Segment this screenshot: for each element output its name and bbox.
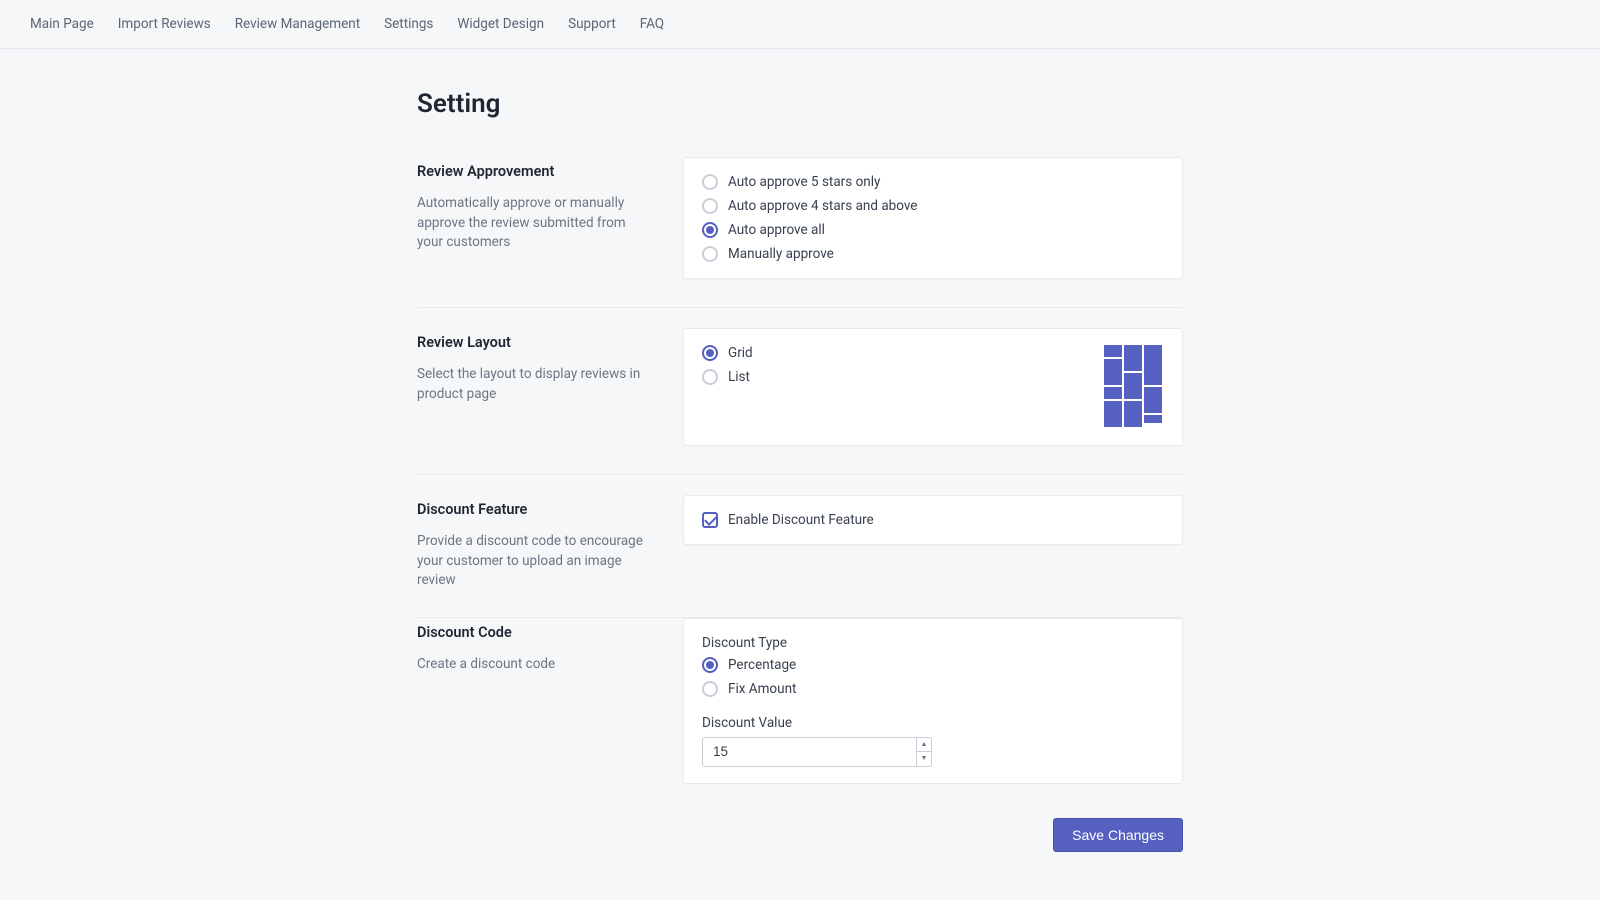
nav-settings[interactable]: Settings — [384, 16, 433, 32]
radio-icon — [702, 174, 718, 190]
checkbox-label: Enable Discount Feature — [728, 512, 874, 528]
layout-desc: Select the layout to display reviews in … — [417, 365, 653, 404]
option-label: Manually approve — [728, 246, 834, 262]
enable-discount-checkbox[interactable]: Enable Discount Feature — [702, 512, 1164, 528]
discount-code-desc: Create a discount code — [417, 655, 653, 675]
checkbox-icon — [702, 512, 718, 528]
discount-value-input[interactable] — [702, 737, 916, 767]
option-label: Auto approve 4 stars and above — [728, 198, 917, 214]
top-nav: Main Page Import Reviews Review Manageme… — [0, 0, 1600, 49]
discount-feature-title: Discount Feature — [417, 501, 653, 518]
radio-icon — [702, 246, 718, 262]
discount-code-title: Discount Code — [417, 624, 653, 641]
approvement-option-all[interactable]: Auto approve all — [702, 222, 1164, 238]
nav-support[interactable]: Support — [568, 16, 616, 32]
grid-layout-preview-icon — [1104, 345, 1162, 429]
option-label: Auto approve all — [728, 222, 825, 238]
radio-icon — [702, 369, 718, 385]
save-button[interactable]: Save Changes — [1053, 818, 1183, 852]
radio-icon — [702, 198, 718, 214]
discount-value-label: Discount Value — [702, 715, 1164, 731]
layout-option-list[interactable]: List — [702, 369, 753, 385]
section-review-approvement: Review Approvement Automatically approve… — [417, 157, 1183, 295]
nav-widget-design[interactable]: Widget Design — [457, 16, 544, 32]
section-review-layout: Review Layout Select the layout to displ… — [417, 328, 1183, 462]
section-discount-code: Discount Code Create a discount code Dis… — [417, 617, 1183, 800]
page-title: Setting — [417, 89, 1183, 119]
radio-icon — [702, 222, 718, 238]
radio-icon — [702, 345, 718, 361]
approvement-option-5stars[interactable]: Auto approve 5 stars only — [702, 174, 1164, 190]
option-label: Grid — [728, 345, 753, 361]
discount-type-fixed[interactable]: Fix Amount — [702, 681, 1164, 697]
option-label: Auto approve 5 stars only — [728, 174, 880, 190]
nav-import-reviews[interactable]: Import Reviews — [118, 16, 211, 32]
stepper-up-button[interactable]: ▲ — [916, 737, 932, 752]
option-label: List — [728, 369, 750, 385]
layout-title: Review Layout — [417, 334, 653, 351]
nav-main-page[interactable]: Main Page — [30, 16, 94, 32]
stepper-down-button[interactable]: ▼ — [916, 751, 932, 767]
discount-type-percentage[interactable]: Percentage — [702, 657, 1164, 673]
discount-value-stepper: ▲ ▼ — [702, 737, 932, 767]
option-label: Percentage — [728, 657, 796, 673]
radio-icon — [702, 657, 718, 673]
discount-feature-desc: Provide a discount code to encourage you… — [417, 532, 653, 591]
approvement-option-manual[interactable]: Manually approve — [702, 246, 1164, 262]
settings-page: Setting Review Approvement Automatically… — [417, 49, 1183, 892]
layout-option-grid[interactable]: Grid — [702, 345, 753, 361]
radio-icon — [702, 681, 718, 697]
section-discount-feature: Discount Feature Provide a discount code… — [417, 495, 1183, 607]
option-label: Fix Amount — [728, 681, 796, 697]
approvement-title: Review Approvement — [417, 163, 653, 180]
approvement-option-4stars[interactable]: Auto approve 4 stars and above — [702, 198, 1164, 214]
approvement-desc: Automatically approve or manually approv… — [417, 194, 653, 253]
nav-faq[interactable]: FAQ — [640, 16, 664, 32]
nav-review-management[interactable]: Review Management — [235, 16, 360, 32]
discount-type-label: Discount Type — [702, 635, 1164, 651]
